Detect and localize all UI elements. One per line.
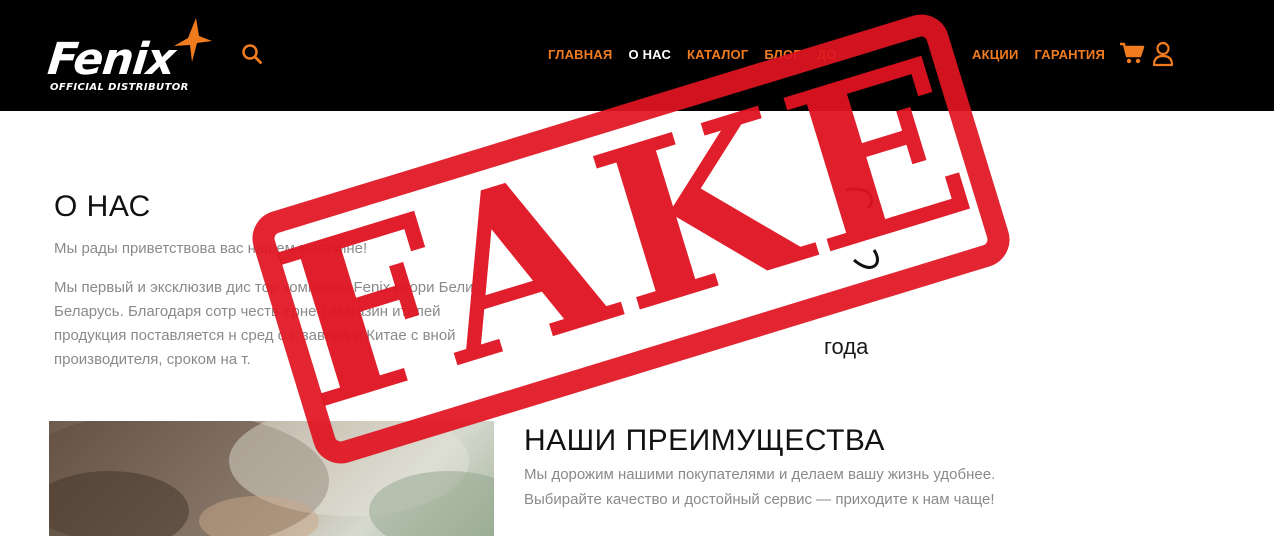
- nav-item-home[interactable]: ГЛАВНАЯ: [548, 47, 612, 62]
- about-line: Мы первый и эксклюзив дис тор компании F…: [54, 279, 474, 296]
- photo-texture: [49, 421, 494, 536]
- advantages-description: Мы дорожим нашими покупателями и делаем …: [524, 462, 995, 512]
- fenix-logo[interactable]: Fenix OFFICIAL DISTRIBUTOR: [45, 18, 238, 98]
- logo-wordmark: Fenix: [45, 34, 178, 85]
- advantages-title: НАШИ ПРЕИМУЩЕСТВА: [524, 424, 885, 457]
- years-number-graphic: [845, 187, 879, 269]
- main-nav: ГЛАВНАЯ О НАС КАТАЛОГ БЛОГ ДО: [548, 44, 837, 64]
- about-title: О НАС: [54, 190, 151, 223]
- about-line: производителя, сроком на т.: [54, 351, 251, 368]
- advantages-line: Мы дорожим нашими покупателями и делаем …: [524, 466, 996, 483]
- about-greeting: Мы рады приветствова вас нашем магазине!: [54, 240, 368, 257]
- page: Fenix OFFICIAL DISTRIBUTOR ГЛАВНАЯ О НАС…: [0, 0, 1274, 536]
- advantages-line: Выбирайте качество и достойный сервис — …: [524, 491, 995, 508]
- user-icon[interactable]: [1152, 41, 1174, 67]
- nav-item-catalog[interactable]: КАТАЛОГ: [687, 47, 748, 62]
- secondary-nav: АКЦИИ ГАРАНТИЯ: [972, 44, 1105, 64]
- about-line: Беларусь. Благодаря сотр честв ерне т-ма…: [54, 303, 441, 320]
- nav-item-blog[interactable]: БЛОГ: [764, 47, 800, 62]
- logo-tagline: OFFICIAL DISTRIBUTOR: [50, 82, 189, 93]
- search-icon[interactable]: [241, 43, 263, 65]
- nav-item-delivery[interactable]: ДО: [817, 47, 837, 62]
- nav-item-promotions[interactable]: АКЦИИ: [972, 47, 1019, 62]
- cart-icon[interactable]: [1119, 41, 1145, 65]
- nav-item-about[interactable]: О НАС: [628, 47, 671, 62]
- site-header: Fenix OFFICIAL DISTRIBUTOR ГЛАВНАЯ О НАС…: [0, 0, 1274, 111]
- about-line: продукция поставляется н сред о с завода…: [54, 327, 456, 344]
- nav-item-warranty[interactable]: ГАРАНТИЯ: [1035, 47, 1105, 62]
- years-label: года: [824, 334, 869, 359]
- about-description: Мы первый и эксклюзив дис тор компании F…: [54, 276, 794, 372]
- advantages-photo: [49, 421, 494, 536]
